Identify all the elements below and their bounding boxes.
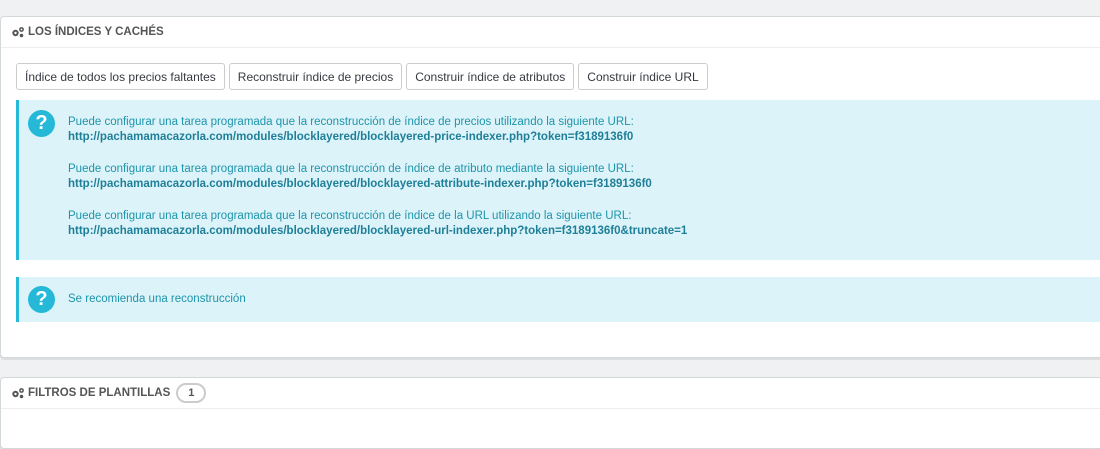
cron-info-description: Puede configurar una tarea programada qu… <box>68 116 634 128</box>
filters-panel: FILTROS DE PLANTILLAS 1 <box>0 377 1100 449</box>
cron-info-block-attribute: Puede configurar una tarea programada qu… <box>68 162 687 192</box>
gears-icon <box>12 27 24 38</box>
rebuild-recommended-text: Se recomienda una reconstrucción <box>68 293 246 305</box>
question-circle-icon: ? <box>28 110 55 137</box>
cron-info-description: Puede configurar una tarea programada qu… <box>68 210 632 222</box>
cron-info-alert: ? Puede configurar una tarea programada … <box>16 100 1100 260</box>
build-attribute-index-button[interactable]: Construir índice de atributos <box>406 63 575 90</box>
indexes-panel: LOS ÍNDICES Y CACHÉS Índice de todos los… <box>0 16 1100 358</box>
url-indexer-url: http://pachamamacazorla.com/modules/bloc… <box>68 225 688 237</box>
filters-panel-heading: FILTROS DE PLANTILLAS 1 <box>1 378 1100 409</box>
filters-panel-title: FILTROS DE PLANTILLAS <box>28 387 171 399</box>
indexes-panel-title: LOS ÍNDICES Y CACHÉS <box>28 26 164 38</box>
cron-info-text: Puede configurar una tarea programada qu… <box>68 115 687 256</box>
cron-info-block-url: Puede configurar una tarea programada qu… <box>68 209 687 239</box>
indexes-panel-heading: LOS ÍNDICES Y CACHÉS <box>1 17 1100 48</box>
index-missing-prices-button[interactable]: Índice de todos los precios faltantes <box>16 63 225 90</box>
filters-count-badge: 1 <box>176 383 207 403</box>
price-indexer-url: http://pachamamacazorla.com/modules/bloc… <box>68 131 634 143</box>
gears-icon <box>12 388 24 399</box>
rebuild-price-index-button[interactable]: Reconstruir índice de precios <box>228 63 403 90</box>
index-actions-toolbar: Índice de todos los precios faltantes Re… <box>16 63 712 90</box>
cron-info-description: Puede configurar una tarea programada qu… <box>68 163 634 175</box>
attribute-indexer-url: http://pachamamacazorla.com/modules/bloc… <box>68 178 652 190</box>
question-circle-icon: ? <box>28 286 55 313</box>
build-url-index-button[interactable]: Construir índice URL <box>578 63 708 90</box>
cron-info-block-price: Puede configurar una tarea programada qu… <box>68 115 687 145</box>
rebuild-recommended-alert: ? Se recomienda una reconstrucción <box>16 277 1100 322</box>
